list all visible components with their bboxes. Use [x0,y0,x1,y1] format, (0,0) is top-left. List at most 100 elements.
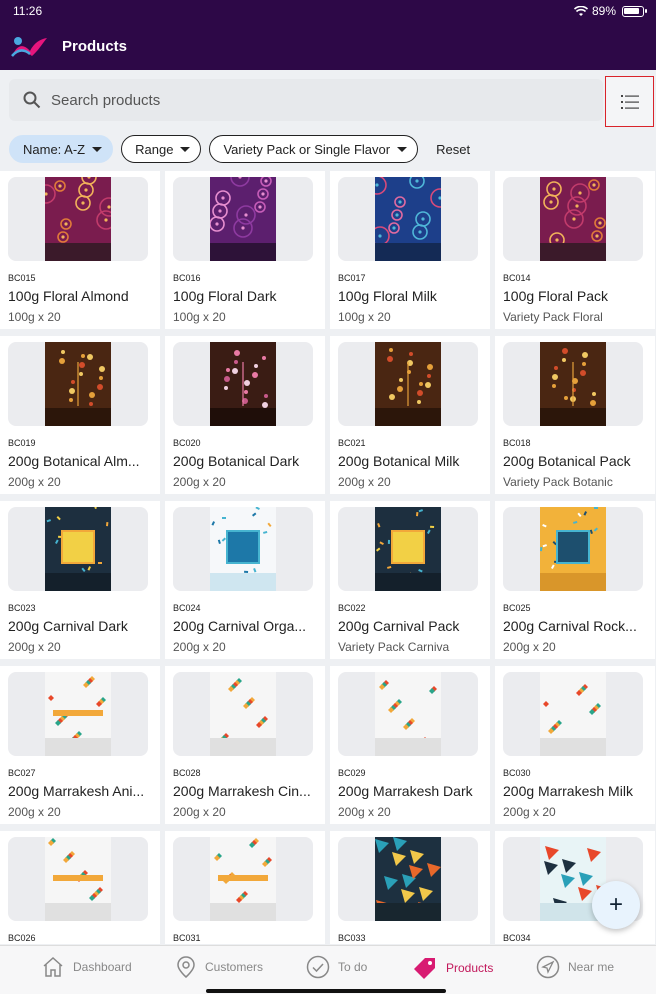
chocolate-bar-wrapper-image [45,672,111,756]
product-image [503,672,643,756]
product-image [503,507,643,591]
chocolate-bar-wrapper-image [45,837,111,921]
product-name: 200g Marrakesh Milk [503,783,633,799]
product-subtitle: 100g x 20 [338,310,391,324]
product-subtitle: Variety Pack Floral [503,310,603,324]
chevron-down-icon [180,146,191,152]
product-subtitle: 200g x 20 [338,475,391,489]
product-card[interactable]: BC014 100g Floral Pack Variety Pack Floral [495,171,655,329]
wifi-icon [573,5,588,16]
product-name: 200g Marrakesh Cin... [173,783,311,799]
product-subtitle: 100g x 20 [8,310,61,324]
product-card[interactable]: BC026 [0,831,160,944]
chocolate-bar-wrapper-image [375,342,441,426]
range-chip[interactable]: Range [121,135,202,163]
product-card[interactable]: BC022 200g Carnival Pack Variety Pack Carn… [330,501,490,659]
location-pin-icon [177,956,195,978]
product-subtitle: Variety Pack Carniva [338,640,450,654]
product-code: BC028 [173,768,201,778]
product-image [173,672,313,756]
home-icon [43,956,63,977]
product-card[interactable]: BC018 200g Botanical Pack Variety Pack Bot… [495,336,655,494]
chocolate-bar-wrapper-image [210,177,276,261]
chocolate-bar-wrapper-image [540,342,606,426]
product-card[interactable]: BC033 [330,831,490,944]
tab-near-me[interactable]: Near me [536,955,614,979]
product-card[interactable]: BC019 200g Botanical Alm... 200g x 20 [0,336,160,494]
product-card[interactable]: BC020 200g Botanical Dark 200g x 20 [165,336,325,494]
product-image [173,507,313,591]
product-image [8,177,148,261]
product-card[interactable]: BC031 [165,831,325,944]
tab-bar: Dashboard Customers To do Products Near … [0,945,656,994]
product-subtitle: 200g x 20 [338,805,391,819]
search-bar[interactable] [9,79,603,121]
product-card[interactable]: BC021 200g Botanical Milk 200g x 20 [330,336,490,494]
tab-todo[interactable]: To do [306,955,367,979]
add-product-button[interactable]: + [592,881,640,929]
reset-button[interactable]: Reset [436,142,470,157]
product-card[interactable]: BC016 100g Floral Dark 100g x 20 [165,171,325,329]
chocolate-bar-wrapper-image [45,177,111,261]
sort-chip-label: Name: A-Z [23,141,86,157]
chevron-down-icon [397,146,408,152]
tab-label: Dashboard [73,960,132,974]
product-card[interactable]: BC025 200g Carnival Rock... 200g x 20 [495,501,655,659]
product-code: BC033 [338,933,366,943]
product-image [338,837,478,921]
product-image [338,342,478,426]
product-name: 200g Marrakesh Dark [338,783,473,799]
search-icon [23,91,41,109]
product-card[interactable]: BC027 200g Marrakesh Ani... 200g x 20 [0,666,160,824]
product-image [338,507,478,591]
product-subtitle: 200g x 20 [8,805,61,819]
product-code: BC026 [8,933,36,943]
check-circle-icon [306,955,330,979]
product-card[interactable]: BC015 100g Floral Almond 100g x 20 [0,171,160,329]
list-icon [620,94,639,109]
product-card[interactable]: BC024 200g Carnival Orga... 200g x 20 [165,501,325,659]
tab-customers[interactable]: Customers [175,955,263,979]
product-code: BC022 [338,603,366,613]
product-image [8,507,148,591]
sort-chip[interactable]: Name: A-Z [9,135,114,163]
list-view-button[interactable] [605,76,654,127]
product-card[interactable]: BC017 100g Floral Milk 100g x 20 [330,171,490,329]
product-code: BC014 [503,273,531,283]
product-name: 100g Floral Almond [8,288,129,304]
chocolate-bar-wrapper-image [375,672,441,756]
variety-chip[interactable]: Variety Pack or Single Flavor [209,135,419,163]
filter-bar: Name: A-Z Range Variety Pack or Single F… [9,135,470,163]
home-indicator [206,989,446,993]
product-card[interactable]: BC028 200g Marrakesh Cin... 200g x 20 [165,666,325,824]
status-time: 11:26 [13,4,43,18]
product-card[interactable]: BC029 200g Marrakesh Dark 200g x 20 [330,666,490,824]
product-subtitle: 200g x 20 [8,475,61,489]
chocolate-bar-wrapper-image [540,177,606,261]
search-input[interactable] [51,79,591,121]
product-code: BC031 [173,933,201,943]
status-indicators: 89% [573,4,647,18]
range-chip-label: Range [135,141,174,157]
tab-label: To do [338,960,368,974]
tab-dashboard[interactable]: Dashboard [41,955,132,979]
battery-percent: 89% [591,4,616,18]
product-image [8,837,148,921]
product-image [503,177,643,261]
product-name: 200g Carnival Pack [338,618,460,634]
product-image [338,672,478,756]
product-code: BC034 [503,933,531,943]
variety-chip-label: Variety Pack or Single Flavor [223,141,391,157]
product-name: 200g Botanical Alm... [8,453,140,469]
tab-label: Near me [568,960,615,974]
tab-products[interactable]: Products [412,955,493,981]
product-name: 100g Floral Dark [173,288,277,304]
tab-label: Products [446,961,494,975]
product-name: 200g Carnival Orga... [173,618,307,634]
product-image [8,342,148,426]
product-code: BC017 [338,273,366,283]
product-image [173,177,313,261]
product-card[interactable]: BC030 200g Marrakesh Milk 200g x 20 [495,666,655,824]
app-header: Products [0,22,656,70]
product-card[interactable]: BC023 200g Carnival Dark 200g x 20 [0,501,160,659]
